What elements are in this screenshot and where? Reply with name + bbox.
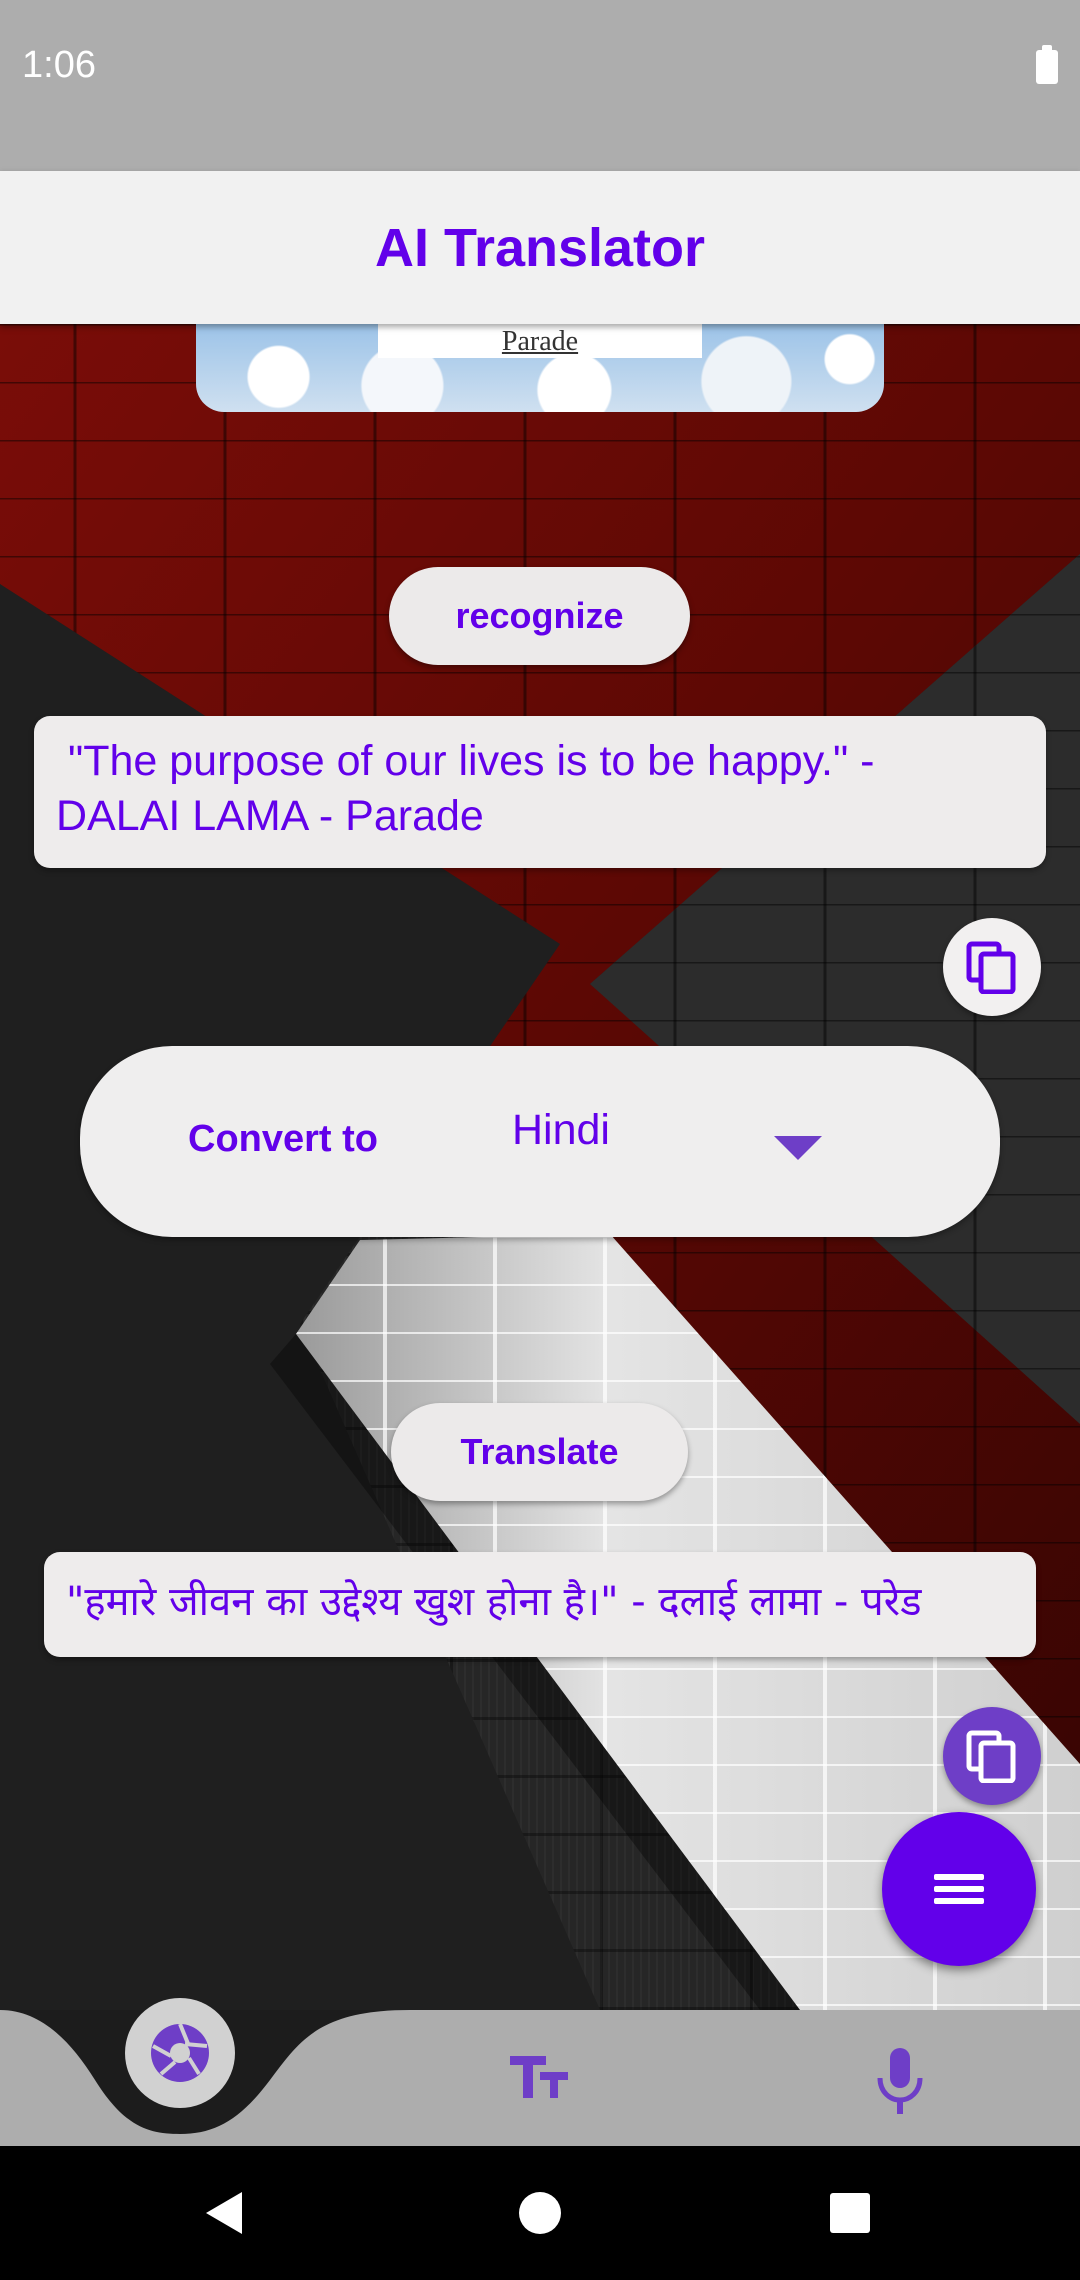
home-icon[interactable] bbox=[519, 2192, 561, 2234]
copy-icon bbox=[966, 941, 1016, 994]
selected-language: Hindi bbox=[512, 1106, 610, 1154]
camera-nav-button[interactable] bbox=[125, 1998, 235, 2108]
menu-fab[interactable] bbox=[882, 1812, 1036, 1966]
status-time: 1:06 bbox=[22, 44, 96, 86]
convert-label: Convert to bbox=[188, 1118, 378, 1160]
status-bar: 1:06 bbox=[0, 0, 1080, 171]
text-size-icon bbox=[510, 2056, 568, 2098]
text-nav-button[interactable] bbox=[508, 2048, 572, 2108]
microphone-icon bbox=[877, 2048, 923, 2114]
image-caption-box: Parade bbox=[378, 324, 702, 358]
image-caption: Parade bbox=[501, 326, 579, 357]
camera-aperture-icon bbox=[151, 2023, 209, 2082]
back-icon[interactable] bbox=[206, 2192, 242, 2234]
result-text-box[interactable]: "हमारे जीवन का उद्देश्य खुश होना है।" - … bbox=[44, 1552, 1036, 1657]
language-dropdown[interactable]: Hindi bbox=[512, 1106, 852, 1186]
copy-icon bbox=[966, 1730, 1016, 1783]
copy-source-button[interactable] bbox=[943, 918, 1041, 1016]
app-bar: AI Translator bbox=[0, 171, 1080, 324]
convert-card: Convert to Hindi bbox=[80, 1046, 1000, 1237]
mic-nav-button[interactable] bbox=[876, 2046, 924, 2118]
source-text-box[interactable]: "The purpose of our lives is to be happy… bbox=[34, 716, 1046, 868]
app-title: AI Translator bbox=[374, 218, 706, 278]
battery-icon bbox=[1036, 45, 1058, 84]
system-nav-bar bbox=[0, 2146, 1080, 2280]
translate-button[interactable]: Translate bbox=[391, 1403, 688, 1501]
triangle-down-icon bbox=[774, 1136, 822, 1160]
recognize-button[interactable]: recognize bbox=[389, 567, 690, 665]
copy-result-button[interactable] bbox=[943, 1707, 1041, 1805]
image-preview: Parade bbox=[196, 324, 884, 412]
recents-icon[interactable] bbox=[830, 2193, 870, 2233]
